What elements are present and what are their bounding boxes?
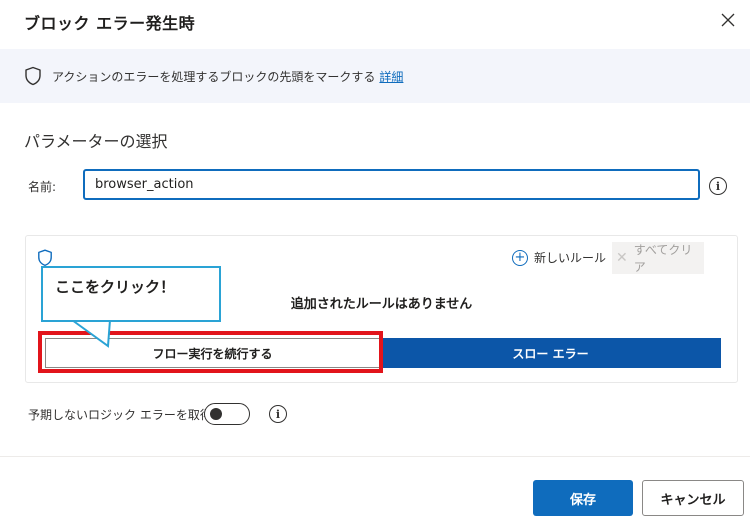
info-bar: アクションのエラーを処理するブロックの先頭をマークする 詳細 [0, 49, 750, 103]
add-rule-button[interactable]: + 新しいルール [512, 249, 606, 266]
callout-text: ここをクリック！ [55, 278, 176, 296]
shield-icon [38, 249, 52, 267]
info-icon[interactable]: i [269, 405, 287, 423]
section-title: パラメーターの選択 [24, 132, 168, 151]
save-button[interactable]: 保存 [533, 480, 633, 516]
cancel-button[interactable]: キャンセル [642, 480, 744, 516]
logic-error-toggle[interactable] [204, 403, 250, 425]
close-icon [721, 13, 735, 27]
add-icon: + [512, 249, 528, 266]
info-icon[interactable]: i [709, 177, 727, 195]
dialog-title: ブロック エラー発生時 [24, 14, 196, 33]
name-label: 名前: [28, 180, 57, 194]
footer-divider [0, 456, 750, 457]
close-button[interactable] [716, 8, 740, 32]
toggle-knob [210, 408, 222, 420]
name-input[interactable] [83, 169, 700, 200]
logic-error-label: 予期しないロジック エラーを取得 [28, 408, 212, 422]
learn-more-link[interactable]: 詳細 [379, 68, 403, 85]
throw-error-option[interactable]: スロー エラー [380, 338, 721, 368]
clear-icon: ✕ [616, 250, 628, 266]
clear-all-label: すべてクリア [633, 243, 693, 274]
info-bar-text: アクションのエラーを処理するブロックの先頭をマークする [52, 69, 376, 84]
add-rule-label: 新しいルール [534, 251, 607, 265]
callout-box: ここをクリック！ [41, 266, 221, 322]
shield-icon [25, 66, 41, 86]
clear-all-button[interactable]: ✕ すべてクリア [612, 242, 704, 274]
